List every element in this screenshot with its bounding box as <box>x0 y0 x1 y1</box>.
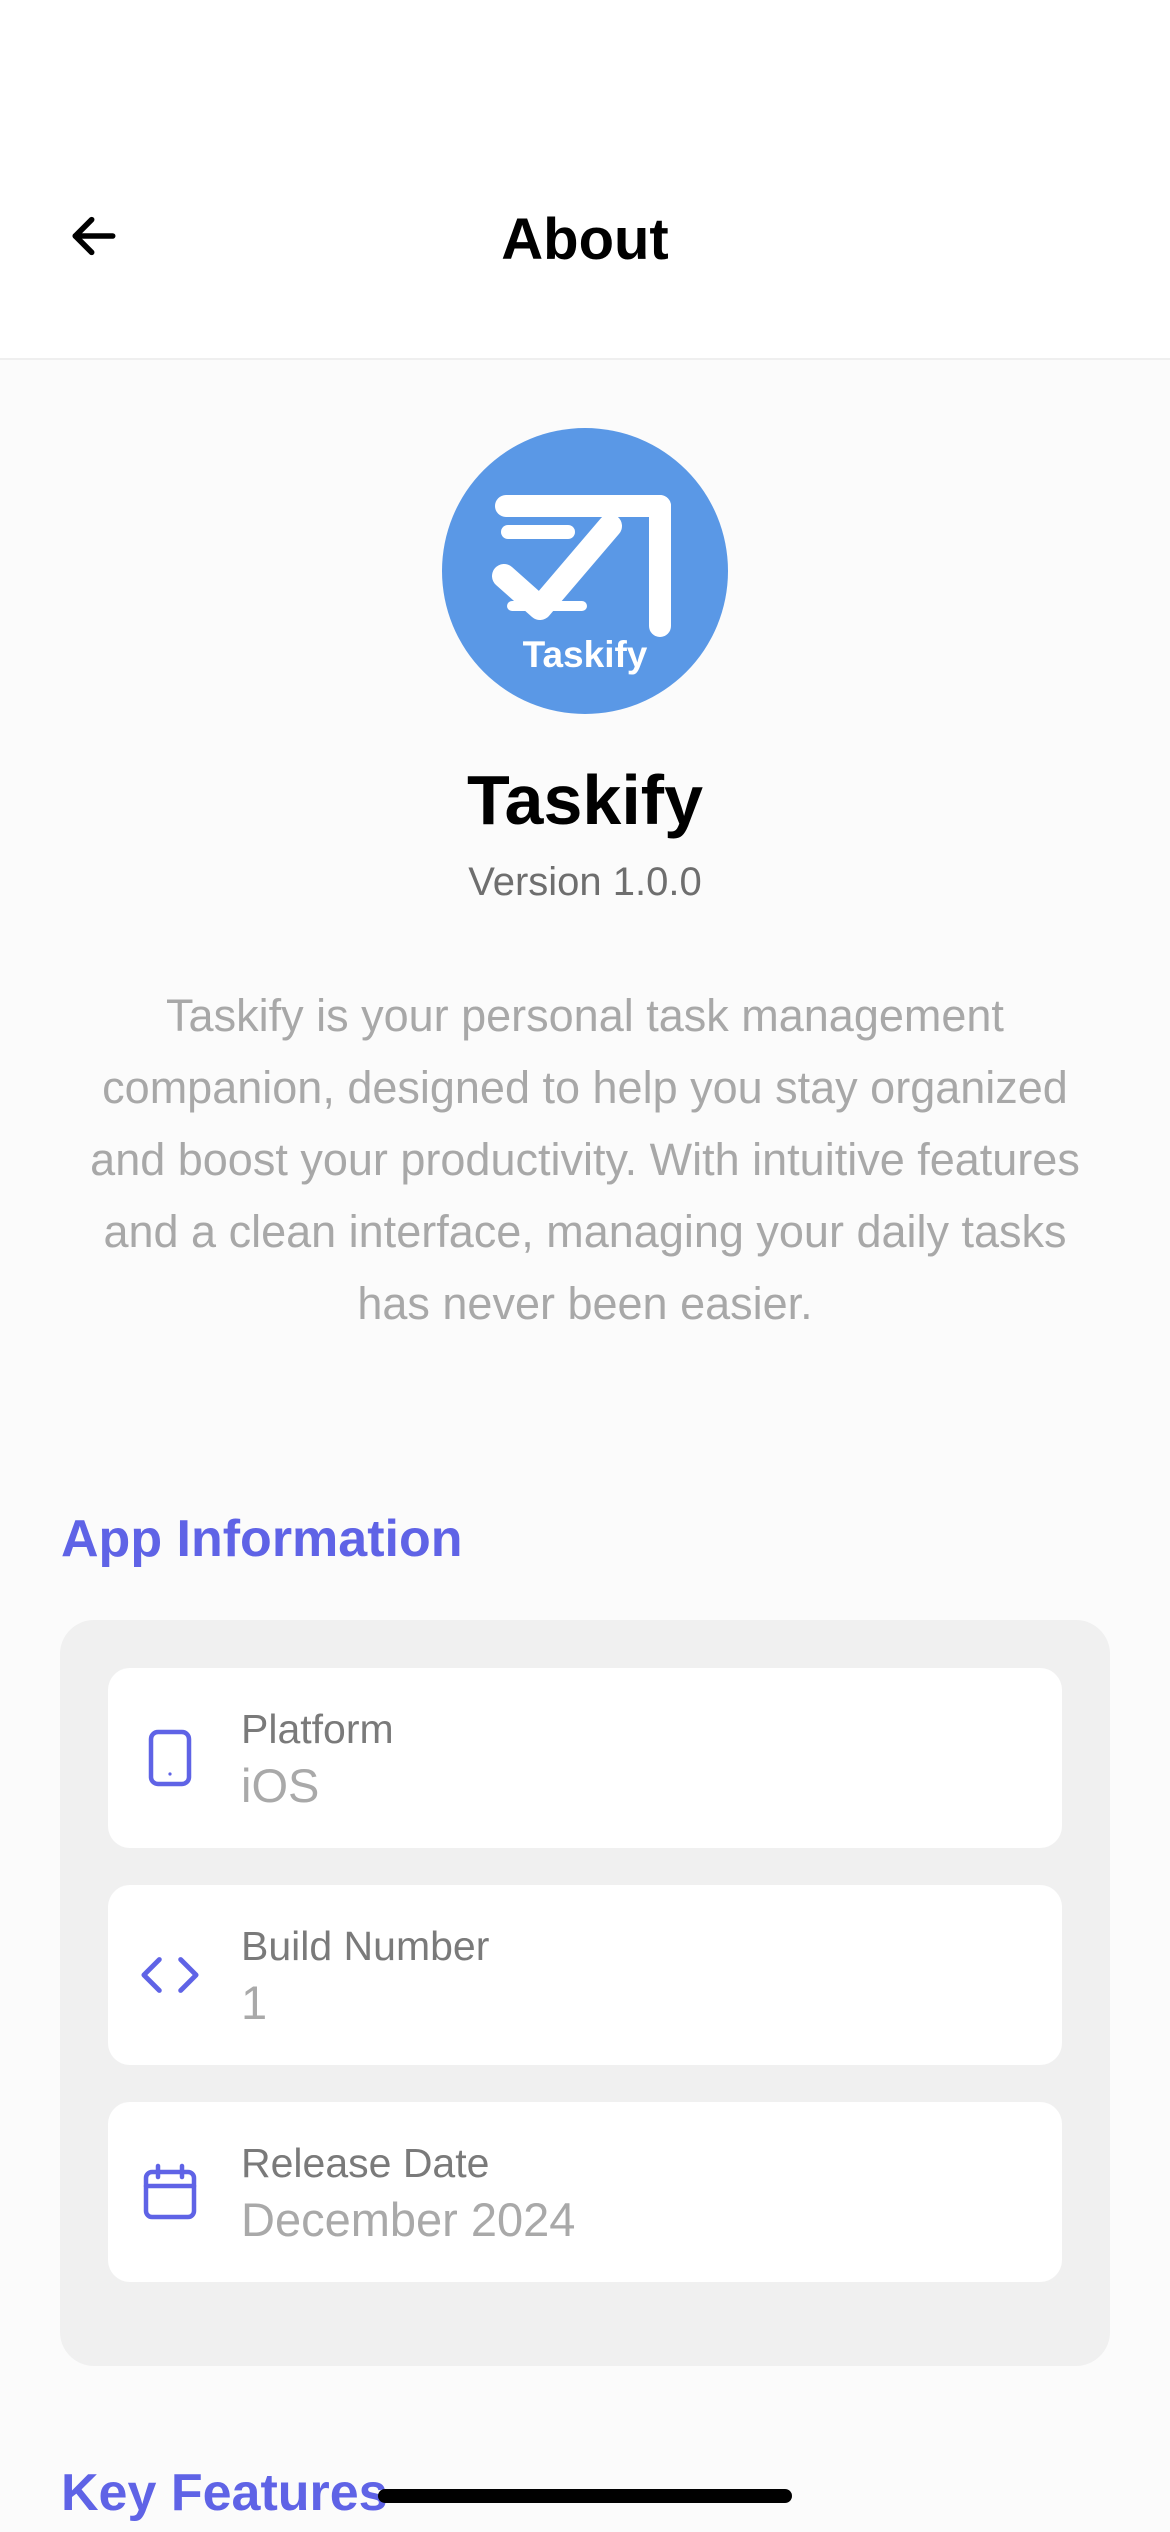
section-title-app-information: App Information <box>61 1510 463 1568</box>
info-row-build-number: Build Number 1 <box>108 1885 1062 2065</box>
section-title-key-features: Key Features <box>61 2464 388 2522</box>
code-icon <box>140 1945 200 2005</box>
app-logo: Taskify <box>442 428 728 714</box>
home-indicator[interactable] <box>378 2489 792 2503</box>
app-description: Taskify is your personal task management… <box>90 990 1080 1329</box>
app-information-card: Platform iOS Build Number 1 Release Date… <box>60 1620 1110 2366</box>
header-bar: About <box>0 0 1170 360</box>
info-value: December 2024 <box>241 2193 576 2246</box>
page-title: About <box>501 207 669 272</box>
info-label: Platform <box>241 1706 394 1752</box>
info-label: Release Date <box>241 2140 490 2186</box>
info-value: iOS <box>241 1759 320 1812</box>
tablet-icon <box>140 1728 200 1788</box>
info-row-platform: Platform iOS <box>108 1668 1062 1848</box>
app-version: Version 1.0.0 <box>468 860 702 904</box>
info-row-release-date: Release Date December 2024 <box>108 2102 1062 2282</box>
info-label: Build Number <box>241 1923 490 1969</box>
logo-text: Taskify <box>522 634 648 675</box>
app-name: Taskify <box>466 761 704 839</box>
info-value: 1 <box>241 1976 268 2029</box>
calendar-icon <box>140 2162 200 2222</box>
